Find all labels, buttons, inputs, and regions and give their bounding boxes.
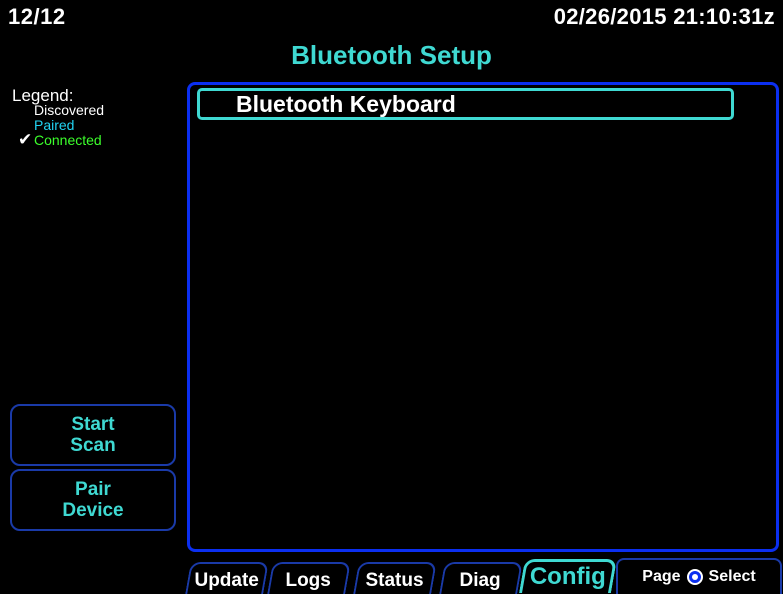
tab-update[interactable]: Update [185,562,269,594]
legend: Legend: Discovered Paired ✔ Connected [10,86,170,149]
tab-status-label: Status [365,570,424,591]
legend-paired: Paired [34,117,75,133]
pair-device-label-line1: Pair [75,479,111,500]
tab-logs-label: Logs [285,570,332,591]
datetime-readout: 02/26/2015 21:10:31z [553,4,775,29]
tab-update-label: Update [194,570,259,591]
tab-status[interactable]: Status [353,562,437,594]
legend-discovered: Discovered [34,102,105,118]
start-scan-label: Start Scan [70,414,115,456]
hint-page-label: Page [642,568,681,585]
tab-config-label: Config [529,563,606,590]
tab-config[interactable]: Config [519,559,617,593]
tab-diag[interactable]: Diag [439,562,523,594]
start-scan-label-line1: Start [71,414,115,435]
checkmark-icon: ✔ [18,130,33,149]
device-list-item[interactable]: Bluetooth Keyboard [197,88,734,120]
pair-device-button[interactable]: Pair Device [10,469,176,531]
page-index: 12/12 [8,4,66,29]
start-scan-label-line2: Scan [70,435,116,456]
start-scan-button[interactable]: Start Scan [10,404,176,466]
device-list-panel [187,82,779,552]
page-select-hint: Page Select [616,558,782,594]
legend-title: Legend: [12,86,74,105]
page-title: Bluetooth Setup [291,40,492,70]
pair-device-label-line2: Device [62,500,124,521]
legend-connected: Connected [34,132,102,148]
pair-device-label: Pair Device [62,479,123,521]
hint-select-label: Select [708,568,756,585]
tab-logs[interactable]: Logs [267,562,351,594]
legend-connected-row: ✔ Connected [10,130,170,149]
knob-icon [686,569,703,585]
tab-diag-label: Diag [459,570,502,591]
